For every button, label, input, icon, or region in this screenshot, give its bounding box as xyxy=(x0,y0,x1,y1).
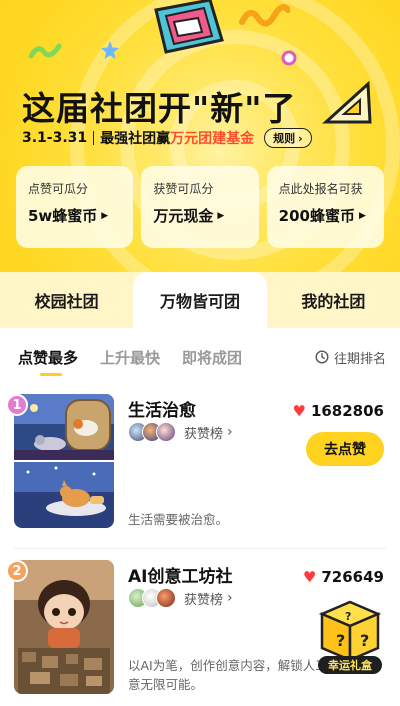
club-thumbnail xyxy=(14,560,114,694)
club-thumbnail xyxy=(14,394,114,528)
chevron-right-icon: › xyxy=(298,131,303,145)
reward-card[interactable]: 获赞可瓜分 万元现金 ▶ xyxy=(141,166,259,248)
subtitle-prefix: 最强社团赢 xyxy=(100,131,171,147)
like-button[interactable]: 去点赞 xyxy=(306,432,384,466)
star-decoration-icon xyxy=(101,41,119,59)
circle-decoration-icon xyxy=(281,50,297,66)
ruler-decoration-icon xyxy=(322,80,372,124)
squiggle-decoration-icon xyxy=(239,4,290,27)
rules-button[interactable]: 规则 › xyxy=(264,128,312,148)
divider xyxy=(93,131,95,145)
svg-text:?: ? xyxy=(336,631,345,650)
triangle-right-icon: ▶ xyxy=(101,210,109,221)
supporters-row[interactable]: 获赞榜 › xyxy=(128,422,233,442)
heart-icon: ♥ xyxy=(302,568,317,586)
supporters-label: 获赞榜 xyxy=(184,426,224,442)
reward-card-value: 万元现金 xyxy=(153,207,214,225)
chevron-right-icon: › xyxy=(227,590,233,606)
heart-icon: ♥ xyxy=(292,402,306,420)
like-count-value: 726649 xyxy=(321,568,384,586)
squiggle-decoration-icon xyxy=(28,43,62,59)
hero-subtitle: 3.1-3.31 最强社团赢 万元团建基金 规则 › xyxy=(22,128,312,148)
list-divider xyxy=(14,548,386,549)
rules-label: 规则 xyxy=(273,132,296,145)
svg-text:?: ? xyxy=(345,610,351,623)
past-ranking-label: 往期排名 xyxy=(333,351,386,367)
reward-card-value: 5w蜂蜜币 xyxy=(28,207,98,225)
supporters-row[interactable]: 获赞榜 › xyxy=(128,588,233,608)
event-date: 3.1-3.31 xyxy=(22,130,88,146)
book-decoration-icon xyxy=(154,0,224,54)
club-name[interactable]: AI创意工坊社 xyxy=(128,562,232,587)
sort-fastest-rising[interactable]: 上升最快 xyxy=(100,347,160,368)
sort-almost-formed[interactable]: 即将成团 xyxy=(182,347,242,368)
avatar xyxy=(156,422,176,442)
reward-card-title: 点赞可瓜分 xyxy=(28,182,89,196)
reward-card[interactable]: 点此处报名可获 200蜂蜜币 ▶ xyxy=(266,166,384,248)
supporters-label: 获赞榜 xyxy=(184,592,224,608)
lucky-gift-box-button[interactable]: ? ? ? 幸运礼盒 xyxy=(314,598,386,674)
main-tabs: 校园社团 万物皆可团 我的社团 xyxy=(0,272,400,328)
tab-campus-clubs[interactable]: 校园社团 xyxy=(0,272,133,328)
past-ranking-button[interactable]: 往期排名 xyxy=(315,348,386,367)
reward-card[interactable]: 点赞可瓜分 5w蜂蜜币 ▶ xyxy=(16,166,134,248)
reward-card-title: 点此处报名可获 xyxy=(278,182,363,196)
club-description: 生活需要被治愈。 xyxy=(128,512,229,527)
lucky-gift-label: 幸运礼盒 xyxy=(318,656,382,674)
hero-title: 这届社团开"新"了 xyxy=(22,89,297,128)
reward-card-value: 200蜂蜜币 xyxy=(278,207,355,225)
chevron-right-icon: › xyxy=(227,424,233,440)
club-list-item[interactable]: 1 生活治愈 获赞榜 › ♥ 1682806 去点赞 生活需要被治愈。 xyxy=(0,394,400,542)
gift-box-icon: ? ? ? xyxy=(318,600,382,662)
like-count-value: 1682806 xyxy=(310,402,384,420)
sort-tabs: 点赞最多 上升最快 即将成团 往期排名 xyxy=(0,328,400,386)
like-count: ♥ 726649 xyxy=(303,568,384,586)
tab-my-clubs[interactable]: 我的社团 xyxy=(267,272,400,328)
reward-card-title: 获赞可瓜分 xyxy=(153,182,214,196)
like-count: ♥ 1682806 xyxy=(292,402,384,420)
reward-cards: 点赞可瓜分 5w蜂蜜币 ▶ 获赞可瓜分 万元现金 ▶ 点此处报名可获 200蜂蜜币 ▶ xyxy=(16,166,384,248)
club-name[interactable]: 生活治愈 xyxy=(128,396,196,421)
sort-most-liked[interactable]: 点赞最多 xyxy=(18,347,78,376)
svg-text:?: ? xyxy=(360,631,369,650)
rank-badge: 2 xyxy=(6,560,28,582)
clock-icon xyxy=(315,350,329,364)
triangle-right-icon: ▶ xyxy=(217,210,225,221)
tab-everything-clubs[interactable]: 万物皆可团 xyxy=(133,272,267,328)
avatar xyxy=(156,588,176,608)
rank-badge: 1 xyxy=(6,394,28,416)
subtitle-highlight: 万元团建基金 xyxy=(170,131,255,147)
triangle-right-icon: ▶ xyxy=(358,210,366,221)
